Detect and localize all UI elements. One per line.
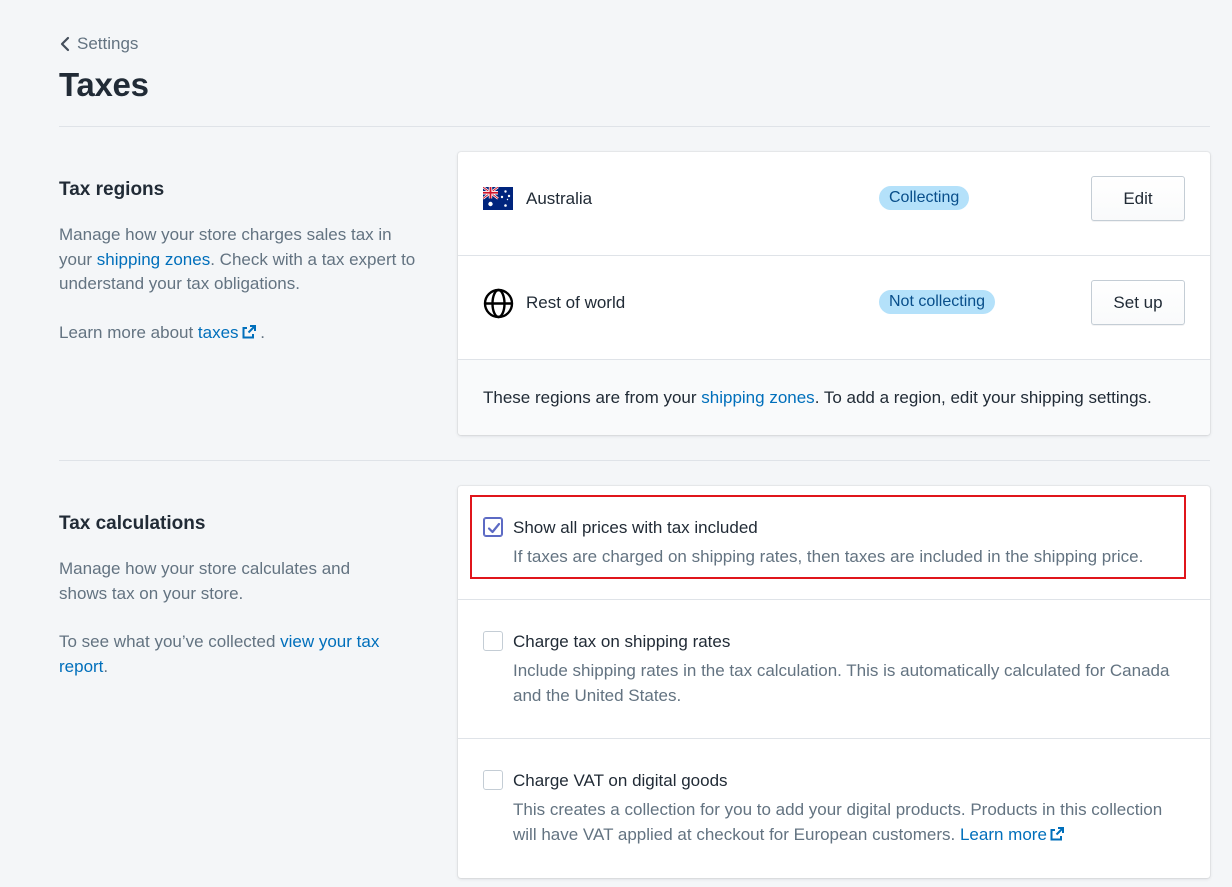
footer-text-pre: These regions are from your [483, 388, 702, 407]
option-vat-digital: Charge VAT on digital goods This creates… [458, 739, 1210, 878]
option-help: Include shipping rates in the tax calcul… [513, 661, 1170, 705]
tax-regions-description: Tax regions Manage how your store charge… [59, 179, 419, 345]
tax-regions-desc: Manage how your store charges sales tax … [59, 223, 419, 297]
vat-digital-checkbox[interactable] [483, 770, 503, 790]
section-divider [59, 126, 1210, 127]
option-label: Charge VAT on digital goods [513, 771, 728, 790]
status-badge: Not collecting [879, 290, 996, 314]
footer-text: These regions are from your shipping zon… [483, 388, 1152, 408]
footer-shipping-zones-link[interactable]: shipping zones [701, 388, 814, 407]
tax-regions-footer: These regions are from your shipping zon… [458, 360, 1210, 435]
taxes-link-label: taxes [197, 322, 239, 342]
australia-flag-icon [483, 187, 513, 210]
tax-shipping-checkbox[interactable] [483, 631, 503, 651]
tax-regions-heading: Tax regions [59, 179, 165, 200]
learn-more-label: Learn more [959, 824, 1047, 844]
report-text: . [103, 656, 109, 676]
option-help: This creates a collection for you to add… [513, 798, 1182, 847]
tax-included-checkbox[interactable] [483, 517, 503, 537]
page-title: Taxes [59, 66, 149, 103]
external-link-icon [1050, 826, 1064, 840]
checkmark-icon [487, 522, 501, 534]
globe-icon [483, 288, 514, 319]
region-name: Rest of world [526, 293, 626, 312]
learn-text: . [255, 322, 266, 342]
status-badge: Collecting [879, 186, 970, 210]
chevron-left-icon [60, 36, 70, 52]
external-link-icon [242, 324, 256, 338]
option-tax-included: Show all prices with tax included If tax… [458, 486, 1210, 600]
learn-more-taxes: Learn more about taxes . [59, 321, 419, 346]
footer-text-post: . To add a region, edit your shipping se… [814, 388, 1152, 407]
tax-calculations-description: Tax calculations Manage how your store c… [59, 513, 419, 679]
region-row-australia: Australia Collecting Edit [458, 152, 1210, 256]
tax-regions-card: Australia Collecting Edit Rest of world … [458, 152, 1210, 435]
option-help: If taxes are charged on shipping rates, … [513, 547, 1144, 566]
tax-report-text: To see what you’ve collected view your t… [59, 630, 419, 679]
option-help-text: This creates a collection for you to add… [513, 800, 1163, 844]
breadcrumb-back-link[interactable]: Settings [59, 34, 138, 54]
tax-calculations-desc: Manage how your store calculates and sho… [59, 559, 351, 603]
region-name: Australia [526, 189, 593, 208]
set-up-region-button[interactable]: Set up [1091, 280, 1185, 325]
shipping-zones-link[interactable]: shipping zones [97, 250, 210, 269]
tax-calculations-heading: Tax calculations [59, 513, 206, 534]
learn-text: Learn more about [59, 322, 198, 342]
region-row-rest-of-world: Rest of world Not collecting Set up [458, 256, 1210, 360]
tax-calculations-card: Show all prices with tax included If tax… [458, 486, 1210, 878]
taxes-link[interactable]: taxes [198, 323, 256, 342]
option-label: Charge tax on shipping rates [513, 632, 731, 651]
breadcrumb-label: Settings [77, 34, 139, 53]
option-label: Show all prices with tax included [513, 518, 758, 537]
section-divider [59, 460, 1210, 461]
edit-region-button[interactable]: Edit [1091, 176, 1185, 221]
vat-learn-more-link[interactable]: Learn more [960, 825, 1064, 844]
report-text: To see what you’ve collected [59, 632, 281, 651]
option-tax-shipping: Charge tax on shipping rates Include shi… [458, 600, 1210, 739]
